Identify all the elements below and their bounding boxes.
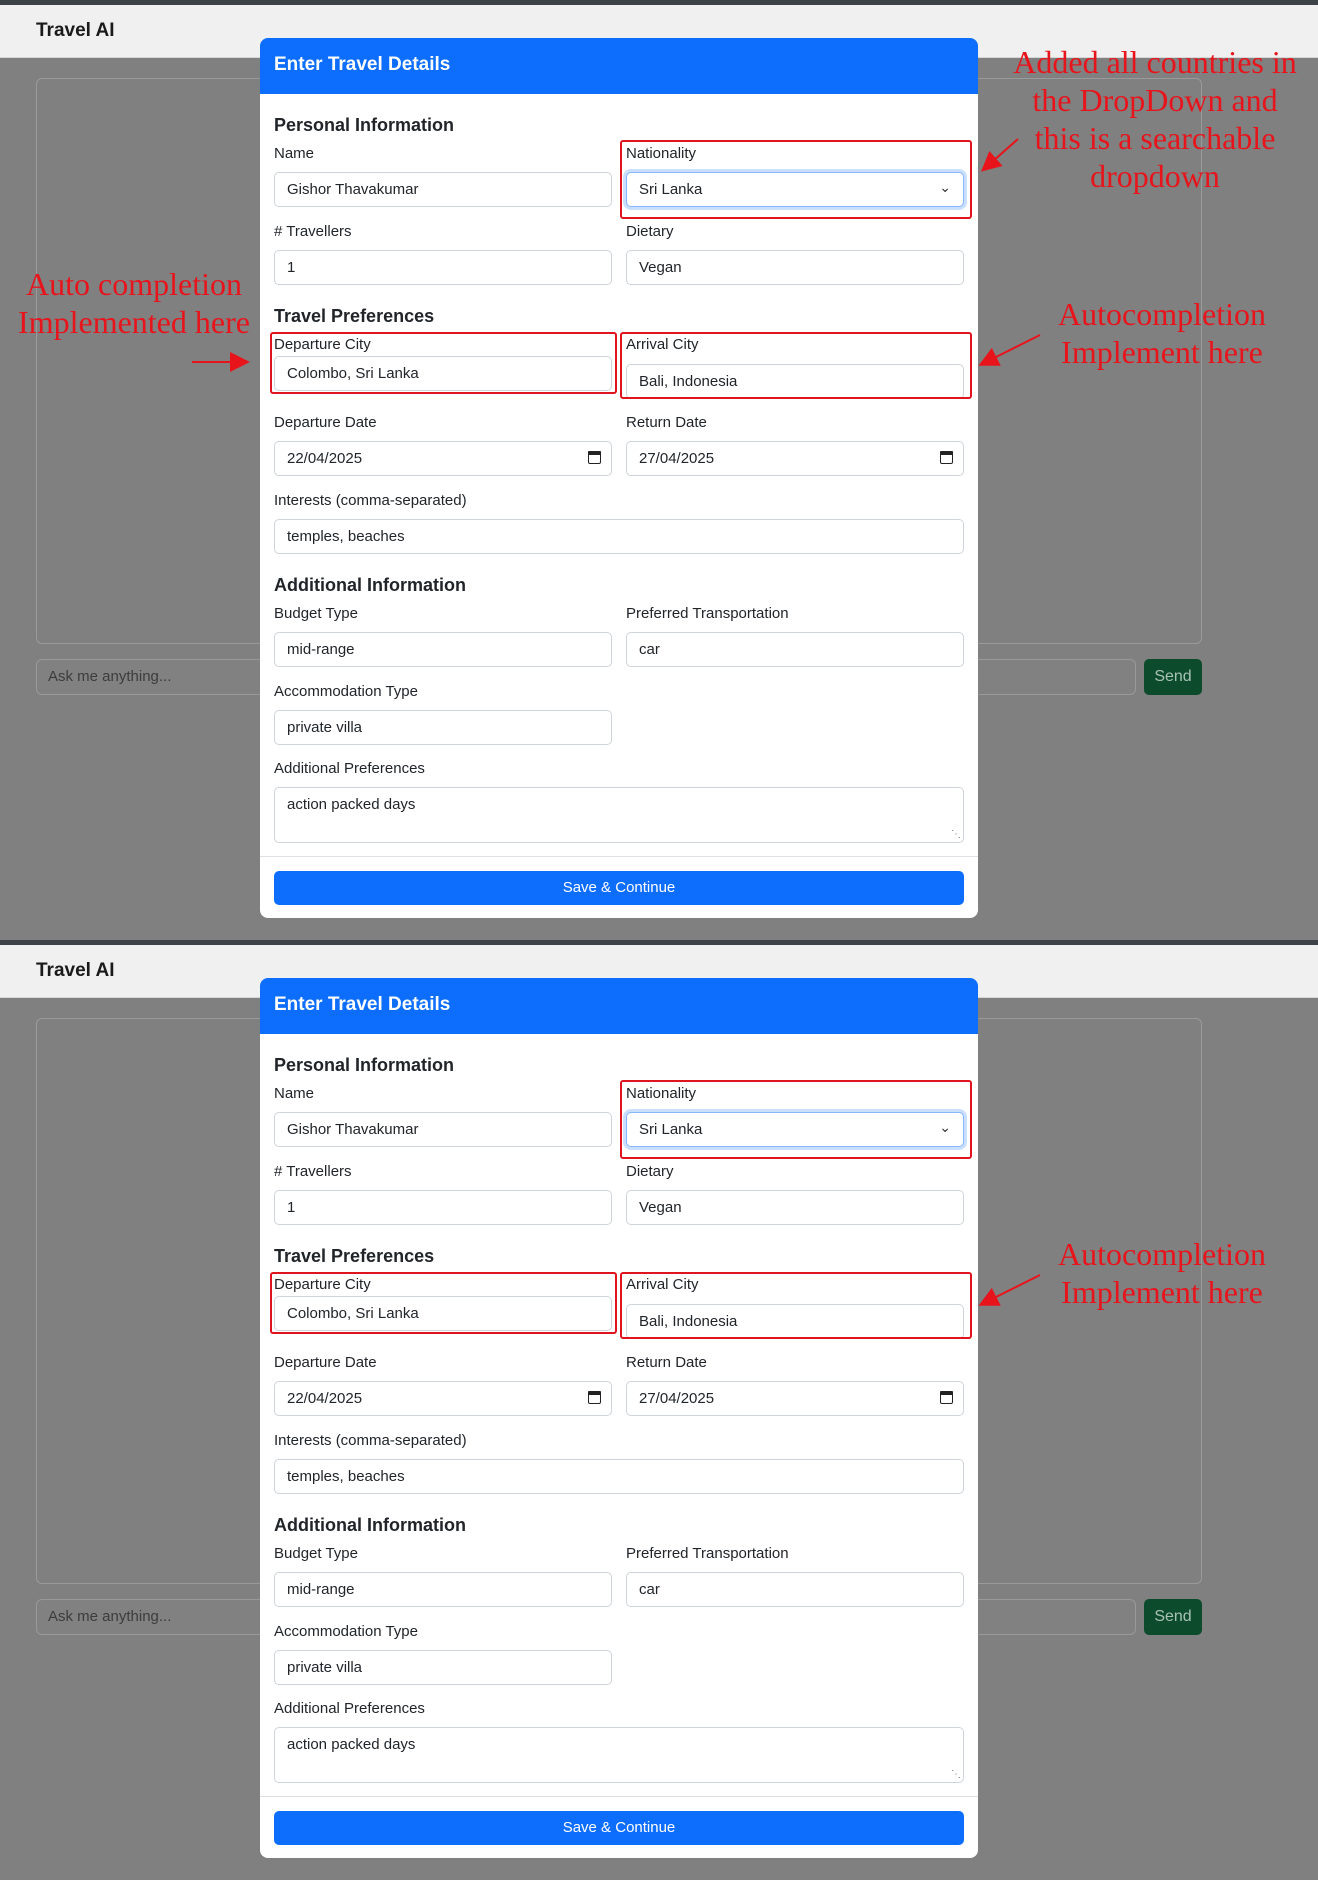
- screenshot-panel-2: Travel AI Ask me anything... Send Enter …: [0, 940, 1318, 1880]
- dietary-label: Dietary: [626, 223, 674, 240]
- additional-preferences-value: action packed days: [287, 796, 416, 813]
- return-date-value: 27/04/2025: [639, 450, 715, 467]
- section-travel-preferences: Travel Preferences: [274, 1246, 435, 1266]
- dietary-field[interactable]: Vegan: [626, 1190, 964, 1225]
- interests-field[interactable]: temples, beaches: [274, 1459, 964, 1494]
- accommodation-field[interactable]: private villa: [274, 710, 612, 745]
- departure-date-field[interactable]: 22/04/2025: [274, 1381, 612, 1416]
- transportation-field[interactable]: car: [626, 632, 964, 667]
- travellers-label: # Travellers: [274, 223, 352, 240]
- return-date-label: Return Date: [626, 414, 707, 431]
- modal-title: Enter Travel Details: [260, 978, 978, 1034]
- departure-date-label: Departure Date: [274, 414, 377, 431]
- name-label: Name: [274, 145, 315, 162]
- travel-details-modal: Enter Travel Details Personal Informatio…: [260, 978, 978, 1858]
- calendar-icon[interactable]: [588, 1391, 601, 1404]
- additional-preferences-label: Additional Preferences: [274, 760, 425, 777]
- budget-type-label: Budget Type: [274, 605, 358, 622]
- section-personal-information: Personal Information: [274, 1055, 455, 1075]
- calendar-icon[interactable]: [940, 451, 953, 464]
- calendar-icon[interactable]: [940, 1391, 953, 1404]
- accommodation-label: Accommodation Type: [274, 1623, 418, 1640]
- additional-preferences-label: Additional Preferences: [274, 1700, 425, 1717]
- return-date-value: 27/04/2025: [639, 1390, 715, 1407]
- dietary-field[interactable]: Vegan: [626, 250, 964, 285]
- save-continue-button[interactable]: Save & Continue: [274, 1811, 964, 1845]
- travellers-label: # Travellers: [274, 1163, 352, 1180]
- section-travel-preferences: Travel Preferences: [274, 306, 435, 326]
- highlight-nationality: [620, 140, 972, 219]
- departure-date-value: 22/04/2025: [287, 450, 363, 467]
- transportation-field[interactable]: car: [626, 1572, 964, 1607]
- return-date-field[interactable]: 27/04/2025: [626, 1381, 964, 1416]
- additional-preferences-textarea[interactable]: action packed days ⋱: [274, 1727, 964, 1783]
- transportation-label: Preferred Transportation: [626, 605, 789, 622]
- departure-date-field[interactable]: 22/04/2025: [274, 441, 612, 476]
- modal-footer-divider: [260, 856, 978, 857]
- additional-preferences-textarea[interactable]: action packed days ⋱: [274, 787, 964, 843]
- interests-label: Interests (comma-separated): [274, 1432, 467, 1449]
- save-continue-button[interactable]: Save & Continue: [274, 871, 964, 905]
- screenshot-panel-1: Travel AI Ask me anything... Send Enter …: [0, 0, 1318, 940]
- section-additional-information: Additional Information: [274, 575, 466, 595]
- annotation-departure: Auto completion Implemented here: [18, 266, 250, 340]
- name-label: Name: [274, 1085, 315, 1102]
- calendar-icon[interactable]: [588, 451, 601, 464]
- annotation-arrival: Autocompletion Implement here: [1058, 1236, 1266, 1310]
- name-field[interactable]: Gishor Thavakumar: [274, 172, 612, 207]
- section-additional-information: Additional Information: [274, 1515, 466, 1535]
- send-button[interactable]: Send: [1144, 1599, 1202, 1635]
- resize-grip-icon[interactable]: ⋱: [951, 1770, 961, 1780]
- app-title: Travel AI: [36, 960, 115, 981]
- resize-grip-icon[interactable]: ⋱: [951, 830, 961, 840]
- highlight-departure-city: [270, 1272, 617, 1334]
- app-title: Travel AI: [36, 20, 115, 41]
- budget-type-field[interactable]: mid-range: [274, 1572, 612, 1607]
- interests-label: Interests (comma-separated): [274, 492, 467, 509]
- dietary-label: Dietary: [626, 1163, 674, 1180]
- accommodation-label: Accommodation Type: [274, 683, 418, 700]
- budget-type-label: Budget Type: [274, 1545, 358, 1562]
- transportation-label: Preferred Transportation: [626, 1545, 789, 1562]
- departure-date-label: Departure Date: [274, 1354, 377, 1371]
- travellers-field[interactable]: 1: [274, 250, 612, 285]
- highlight-departure-city: [270, 332, 617, 394]
- return-date-label: Return Date: [626, 1354, 707, 1371]
- accommodation-field[interactable]: private villa: [274, 1650, 612, 1685]
- interests-field[interactable]: temples, beaches: [274, 519, 964, 554]
- highlight-nationality: [620, 1080, 972, 1159]
- travel-details-modal: Enter Travel Details Personal Informatio…: [260, 38, 978, 918]
- budget-type-field[interactable]: mid-range: [274, 632, 612, 667]
- annotation-arrival: Autocompletion Implement here: [1058, 296, 1266, 370]
- return-date-field[interactable]: 27/04/2025: [626, 441, 964, 476]
- travellers-field[interactable]: 1: [274, 1190, 612, 1225]
- additional-preferences-value: action packed days: [287, 1736, 416, 1753]
- annotation-dropdown: Added all countries in the DropDown and …: [1013, 44, 1297, 194]
- section-personal-information: Personal Information: [274, 115, 455, 135]
- name-field[interactable]: Gishor Thavakumar: [274, 1112, 612, 1147]
- highlight-arrival-city: [620, 1272, 972, 1339]
- highlight-arrival-city: [620, 332, 972, 399]
- modal-title: Enter Travel Details: [260, 38, 978, 94]
- departure-date-value: 22/04/2025: [287, 1390, 363, 1407]
- send-button[interactable]: Send: [1144, 659, 1202, 695]
- modal-footer-divider: [260, 1796, 978, 1797]
